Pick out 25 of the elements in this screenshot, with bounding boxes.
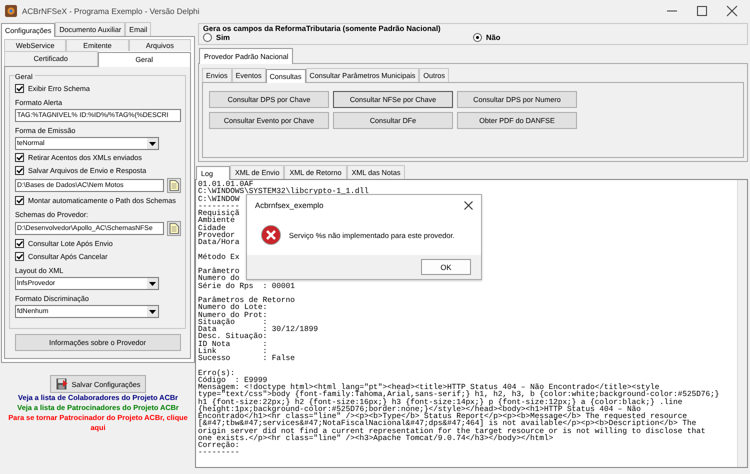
- checkbox[interactable]: [15, 239, 24, 248]
- document-icon: [169, 180, 179, 191]
- checkbox[interactable]: [15, 153, 24, 162]
- app-icon: [5, 5, 17, 17]
- radio-button[interactable]: [473, 33, 482, 42]
- checkbox[interactable]: [15, 166, 24, 175]
- scrollbar[interactable]: [737, 180, 747, 467]
- error-icon: [261, 225, 281, 245]
- checkbox[interactable]: [15, 196, 24, 205]
- browse-button[interactable]: [167, 221, 181, 236]
- floppy-icon: [56, 378, 68, 390]
- maximize-icon: [696, 5, 708, 17]
- checkbox[interactable]: [15, 84, 24, 93]
- close-icon: [464, 200, 473, 210]
- document-icon: [169, 223, 179, 234]
- checkmark-icon: [16, 197, 23, 204]
- close-icon: [726, 5, 738, 17]
- browse-button[interactable]: [167, 178, 181, 193]
- dropdown-arrow-icon: [149, 142, 156, 146]
- radio-button[interactable]: [203, 33, 212, 42]
- checkmark-icon: [16, 85, 23, 92]
- window-title: ACBrNFSeX - Programa Exemplo - Versão Delphi: [22, 6, 200, 16]
- dropdown-arrow-icon: [149, 310, 156, 314]
- dropdown-arrow-icon: [149, 282, 156, 286]
- checkbox[interactable]: [15, 252, 24, 261]
